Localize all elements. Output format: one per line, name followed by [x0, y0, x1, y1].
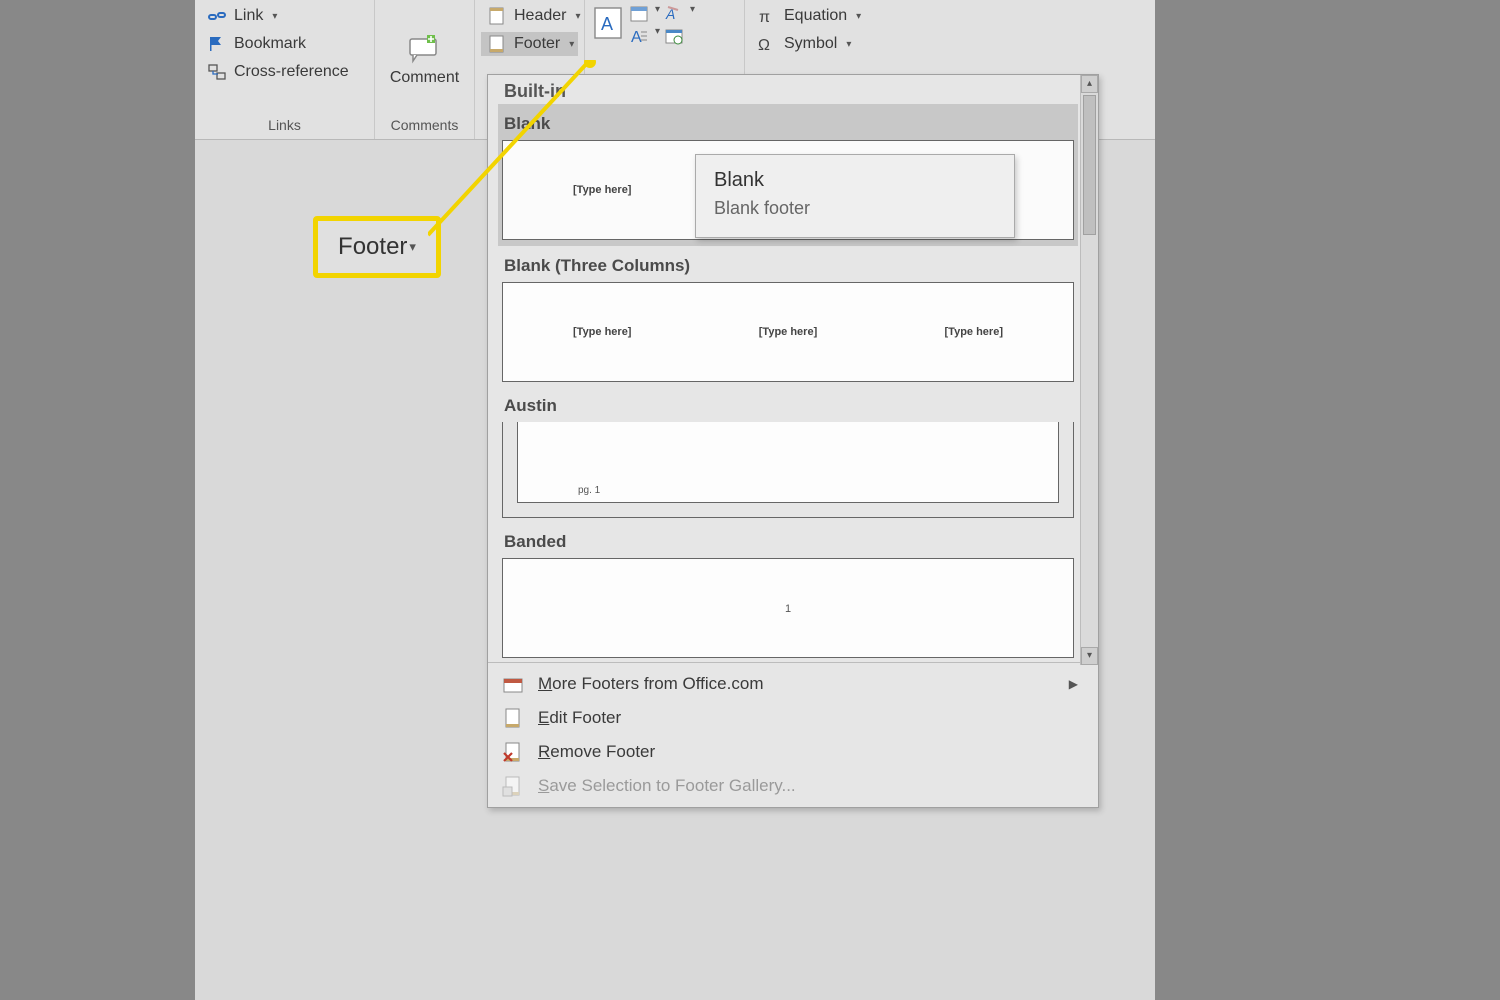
annotation-label: Footer — [338, 233, 407, 261]
links-group-label: Links — [201, 117, 368, 137]
gallery-thumb: pg. 1 — [502, 422, 1074, 518]
comment-icon — [405, 33, 443, 67]
svg-text:A: A — [631, 29, 642, 46]
svg-text:π: π — [759, 9, 770, 26]
menu-label: Remove Footer — [538, 742, 655, 762]
menu-label: Edit Footer — [538, 708, 621, 728]
bookmark-button[interactable]: Bookmark — [201, 32, 368, 56]
comment-button[interactable]: Comment — [384, 33, 465, 89]
save-gallery-icon — [502, 775, 524, 797]
placeholder-text: [Type here] — [759, 326, 817, 338]
menu-more-footers[interactable]: More Footers from Office.com ▶ — [488, 667, 1098, 701]
chevron-down-icon: ▾ — [575, 11, 580, 22]
wordart-icon[interactable]: A — [664, 4, 684, 24]
comments-group-label: Comments — [381, 117, 468, 137]
symbol-label: Symbol — [784, 35, 837, 53]
quick-parts-icon[interactable] — [629, 4, 649, 24]
chevron-down-icon: ▾ — [655, 26, 660, 46]
svg-text:A: A — [601, 14, 613, 34]
gallery-item-title: Banded — [498, 522, 1078, 556]
menu-save-footer-gallery: Save Selection to Footer Gallery... — [488, 769, 1098, 803]
menu-remove-footer[interactable]: Remove Footer — [488, 735, 1098, 769]
link-icon — [207, 6, 227, 26]
text-box-icon[interactable]: A — [591, 4, 625, 44]
cross-reference-label: Cross-reference — [234, 63, 349, 81]
drop-cap-icon[interactable]: A — [629, 26, 649, 46]
scroll-thumb[interactable] — [1083, 95, 1096, 235]
equation-button[interactable]: π Equation ▾ — [751, 4, 899, 28]
bookmark-label: Bookmark — [234, 35, 306, 53]
footer-page-icon — [502, 707, 524, 729]
gallery-item-title: Austin — [498, 386, 1078, 420]
header-label: Header — [514, 7, 566, 25]
gallery-item-blank-three-columns[interactable]: Blank (Three Columns) [Type here] [Type … — [498, 246, 1078, 382]
placeholder-text: [Type here] — [573, 326, 631, 338]
ribbon-group-links: Link ▾ Bookmark Cross-reference Links — [195, 0, 375, 139]
header-button[interactable]: Header ▾ — [481, 4, 578, 28]
comment-label: Comment — [390, 69, 459, 87]
chevron-down-icon: ▾ — [569, 39, 574, 50]
placeholder-text: [Type here] — [573, 184, 631, 196]
pi-icon: π — [757, 6, 777, 26]
svg-text:Ω: Ω — [758, 37, 770, 54]
symbol-button[interactable]: Ω Symbol ▾ — [751, 32, 899, 56]
chevron-down-icon: ▾ — [655, 4, 660, 24]
gallery-scrollbar[interactable]: ▴ ▾ — [1080, 75, 1098, 665]
bookmark-flag-icon — [207, 34, 227, 54]
submenu-arrow-icon: ▶ — [1069, 677, 1084, 691]
chevron-down-icon: ▾ — [272, 11, 277, 22]
equation-label: Equation — [784, 7, 847, 25]
date-time-icon[interactable] — [664, 26, 684, 46]
cross-reference-icon — [207, 62, 227, 82]
tooltip-description: Blank footer — [714, 198, 996, 219]
link-label: Link — [234, 7, 263, 25]
footer-page-icon — [487, 34, 507, 54]
gallery-item-austin[interactable]: Austin pg. 1 — [498, 386, 1078, 518]
chevron-down-icon: ▾ — [409, 239, 416, 255]
ribbon-group-comments: Comment Comments — [375, 0, 475, 139]
chevron-down-icon: ▾ — [846, 39, 851, 50]
word-window: Link ▾ Bookmark Cross-reference Links — [195, 0, 1155, 1000]
tooltip-title: Blank — [714, 169, 996, 192]
placeholder-text: [Type here] — [945, 326, 1003, 338]
chevron-down-icon: ▾ — [690, 4, 695, 24]
tooltip-blank-footer: Blank Blank footer — [695, 154, 1015, 238]
page-number-text: 1 — [785, 603, 791, 615]
header-page-icon — [487, 6, 507, 26]
gallery-bottom-menu: More Footers from Office.com ▶ Edit Foot… — [488, 662, 1098, 807]
footer-label: Footer — [514, 35, 560, 53]
link-button[interactable]: Link ▾ — [201, 4, 368, 28]
menu-edit-footer[interactable]: Edit Footer — [488, 701, 1098, 735]
gallery-item-title: Blank — [498, 104, 1078, 138]
gallery-thumb: [Type here] [Type here] [Type here] — [502, 282, 1074, 382]
gallery-thumb: 1 — [502, 558, 1074, 658]
footer-button[interactable]: Footer ▾ — [481, 32, 578, 56]
office-store-icon — [502, 673, 524, 695]
annotation-footer-callout: Footer ▾ — [313, 216, 441, 278]
chevron-down-icon: ▾ — [856, 11, 861, 22]
cross-reference-button[interactable]: Cross-reference — [201, 60, 368, 84]
scroll-down-button[interactable]: ▾ — [1081, 647, 1098, 665]
page-number-text: pg. 1 — [578, 485, 600, 496]
menu-label: Save Selection to Footer Gallery... — [538, 776, 796, 796]
remove-footer-icon — [502, 741, 524, 763]
omega-icon: Ω — [757, 34, 777, 54]
gallery-section-builtin: Built-in — [498, 75, 1078, 104]
gallery-item-title: Blank (Three Columns) — [498, 246, 1078, 280]
menu-label: More Footers from Office.com — [538, 674, 763, 694]
scroll-up-button[interactable]: ▴ — [1081, 75, 1098, 93]
gallery-item-banded[interactable]: Banded 1 — [498, 522, 1078, 658]
